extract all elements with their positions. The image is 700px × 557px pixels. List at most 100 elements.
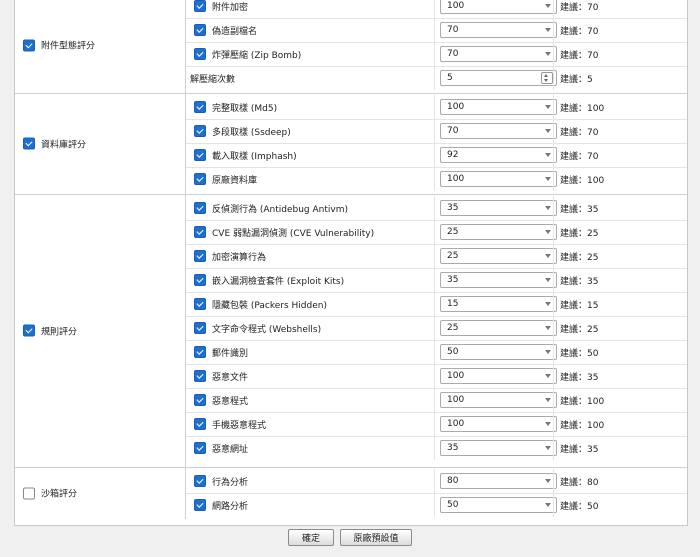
suggested-score: 建議：35 [560, 204, 599, 215]
row-label: 解壓縮次數 [190, 74, 236, 85]
score-select[interactable]: 15 [440, 296, 557, 312]
row-label: 炸彈壓縮 (Zip Bomb) [212, 50, 302, 61]
score-select[interactable]: 100 [440, 368, 557, 384]
table-row: 載入取樣 (Imphash) 92 建議：70 [186, 143, 687, 168]
category-checkbox[interactable] [23, 324, 35, 337]
row-checkbox[interactable] [194, 370, 206, 382]
category-checkbox[interactable] [23, 137, 35, 150]
score-select[interactable]: 35 [440, 440, 557, 456]
chevron-down-icon [545, 129, 551, 133]
row-checkbox[interactable] [194, 346, 206, 358]
row-checkbox[interactable] [194, 101, 206, 113]
score-select[interactable]: 70 [440, 46, 557, 62]
score-select[interactable]: 80 [440, 473, 557, 489]
chevron-down-icon [545, 446, 551, 450]
suggested-score: 建議：70 [560, 26, 599, 37]
score-select[interactable]: 70 [440, 22, 557, 38]
score-select[interactable]: 100 [440, 392, 557, 408]
confirm-button[interactable]: 確定 [288, 529, 334, 546]
chevron-down-icon [545, 254, 551, 258]
category-checkbox[interactable] [23, 39, 35, 51]
chevron-down-icon [545, 206, 551, 210]
suggested-score: 建議：35 [560, 444, 599, 455]
score-select[interactable]: 25 [440, 320, 557, 336]
score-select[interactable]: 35 [440, 200, 557, 216]
score-select[interactable]: 92 [440, 147, 557, 163]
category-cell: 規則評分 [15, 194, 186, 467]
chevron-down-icon [545, 177, 551, 181]
row-checkbox[interactable] [194, 0, 206, 12]
chevron-down-icon [545, 153, 551, 157]
row-checkbox[interactable] [194, 475, 206, 487]
row-label: CVE 弱點漏洞偵測 (CVE Vulnerability) [212, 228, 375, 239]
section-attachment-scoring: 附件型態評分 附件加密 100 建議：70 偽造副檔名 70 建議：70 炸彈壓… [15, 0, 687, 94]
row-checkbox[interactable] [194, 322, 206, 334]
row-checkbox[interactable] [194, 149, 206, 161]
row-checkbox[interactable] [194, 442, 206, 454]
suggested-score: 建議：25 [560, 228, 599, 239]
suggested-score: 建議：100 [560, 175, 605, 186]
table-row: 手機惡意程式 100 建議：100 [186, 412, 687, 437]
row-checkbox[interactable] [194, 48, 206, 60]
section-sandbox-scoring: 沙箱評分 行為分析 80 建議：80 網路分析 50 建議：50 [15, 467, 687, 519]
chevron-down-icon [545, 374, 551, 378]
row-checkbox[interactable] [194, 418, 206, 430]
score-select[interactable]: 50 [440, 344, 557, 360]
row-label: 嵌入漏洞檢查套件 (Exploit Kits) [212, 276, 345, 287]
section-database-scoring: 資料庫評分 完整取樣 (Md5) 100 建議：100 多段取樣 (Ssdeep… [15, 93, 687, 195]
row-label: 文字命令程式 (Webshells) [212, 324, 322, 335]
reset-defaults-button[interactable]: 原廠預設值 [340, 529, 412, 546]
suggested-score: 建議：100 [560, 396, 605, 407]
row-checkbox[interactable] [194, 250, 206, 262]
chevron-down-icon [545, 398, 551, 402]
chevron-down-icon [545, 422, 551, 426]
suggested-score: 建議：70 [560, 151, 599, 162]
row-checkbox[interactable] [194, 202, 206, 214]
score-select[interactable]: 100 [440, 171, 557, 187]
section-rules-scoring: 規則評分 反偵測行為 (Antidebug Antivm) 35 建議：35 C… [15, 194, 687, 468]
table-row: 多段取樣 (Ssdeep) 70 建議：70 [186, 119, 687, 144]
score-select[interactable]: 100 [440, 416, 557, 432]
row-label: 網路分析 [212, 501, 249, 512]
score-select[interactable]: 70 [440, 123, 557, 139]
table-row: 完整取樣 (Md5) 100 建議：100 [186, 95, 687, 120]
row-label: 完整取樣 (Md5) [212, 103, 278, 114]
chevron-down-icon [545, 230, 551, 234]
suggested-score: 建議：70 [560, 50, 599, 61]
score-select[interactable]: 100 [440, 0, 557, 14]
row-checkbox[interactable] [194, 499, 206, 511]
chevron-down-icon [545, 503, 551, 507]
score-select[interactable]: 50 [440, 497, 557, 513]
row-label: 加密演算行為 [212, 252, 267, 263]
table-row: 郵件識別 50 建議：50 [186, 340, 687, 365]
row-checkbox[interactable] [194, 274, 206, 286]
row-checkbox[interactable] [194, 394, 206, 406]
table-row: 嵌入漏洞檢查套件 (Exploit Kits) 35 建議：35 [186, 268, 687, 293]
row-label: 多段取樣 (Ssdeep) [212, 127, 291, 138]
row-checkbox[interactable] [194, 24, 206, 36]
score-select[interactable]: 25 [440, 224, 557, 240]
decompress-count-input[interactable]: 5 [440, 70, 557, 86]
row-checkbox[interactable] [194, 226, 206, 238]
category-label: 規則評分 [41, 327, 78, 337]
spinner-icon[interactable] [541, 72, 553, 84]
row-checkbox[interactable] [194, 173, 206, 185]
row-checkbox[interactable] [194, 125, 206, 137]
score-select[interactable]: 35 [440, 272, 557, 288]
score-select[interactable]: 100 [440, 99, 557, 115]
score-select[interactable]: 25 [440, 248, 557, 264]
chevron-down-icon [545, 4, 551, 8]
chevron-down-icon [545, 28, 551, 32]
suggested-score: 建議：5 [560, 74, 593, 85]
category-checkbox[interactable] [23, 487, 35, 499]
suggested-score: 建議：100 [560, 103, 605, 114]
table-row: 解壓縮次數 5 建議：5 [186, 66, 687, 90]
row-label: 偽造副檔名 [212, 26, 258, 37]
row-checkbox[interactable] [194, 298, 206, 310]
category-label: 沙箱評分 [41, 489, 78, 500]
chevron-down-icon [545, 326, 551, 330]
table-row: CVE 弱點漏洞偵測 (CVE Vulnerability) 25 建議：25 [186, 220, 687, 245]
suggested-score: 建議：50 [560, 348, 599, 359]
suggested-score: 建議：100 [560, 420, 605, 431]
category-label: 資料庫評分 [41, 140, 87, 150]
